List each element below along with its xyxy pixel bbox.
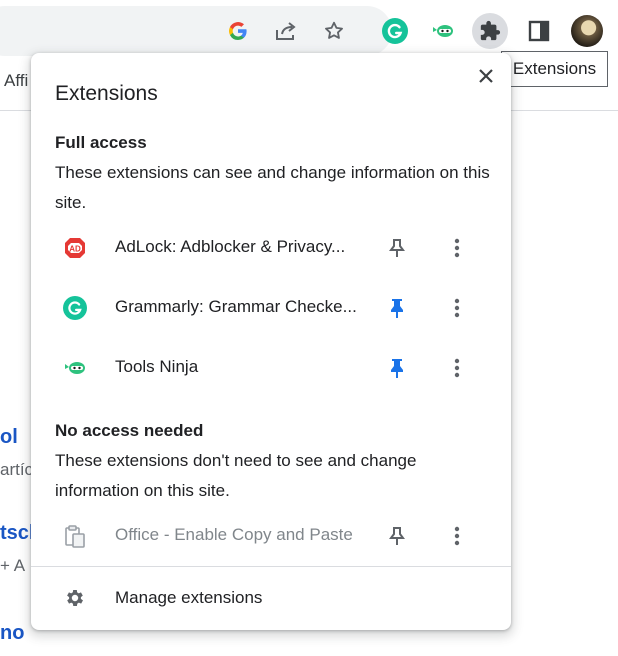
background-text-1: artíc: [0, 460, 34, 479]
extension-name: Tools Ninja: [115, 357, 199, 376]
background-heading-2[interactable]: tscl: [0, 522, 34, 545]
more-options-icon[interactable]: [446, 524, 468, 548]
extension-row-adlock[interactable]: AD AdLock: Adblocker & Privacy...: [31, 220, 511, 276]
full-access-heading: Full access: [55, 133, 147, 152]
more-options-icon[interactable]: [446, 296, 468, 320]
pinned-icon[interactable]: [386, 296, 408, 320]
background-heading-1[interactable]: ol: [0, 426, 18, 449]
no-access-description: These extensions don't need to see and c…: [55, 451, 417, 500]
extension-name: Grammarly: Grammar Checke...: [115, 297, 357, 316]
pin-icon[interactable]: [386, 236, 408, 260]
popup-title: Extensions: [55, 82, 158, 105]
svg-text:AD: AD: [69, 245, 81, 254]
extension-row-grammarly[interactable]: Grammarly: Grammar Checke...: [31, 280, 511, 336]
background-text-2: + A: [0, 556, 26, 575]
close-icon[interactable]: [475, 65, 497, 87]
adlock-icon: AD: [63, 236, 87, 260]
avatar: [571, 15, 603, 47]
tools-ninja-icon[interactable]: [425, 13, 461, 49]
more-options-icon[interactable]: [446, 356, 468, 380]
pinned-icon[interactable]: [386, 356, 408, 380]
extensions-popup: Extensions Full access These extensions …: [31, 53, 511, 630]
no-access-heading: No access needed: [55, 421, 204, 440]
google-icon[interactable]: [220, 13, 256, 49]
extension-row-tools-ninja[interactable]: Tools Ninja: [31, 340, 511, 396]
share-icon[interactable]: [268, 13, 304, 49]
gear-icon: [63, 586, 87, 610]
extension-name: Office - Enable Copy and Paste: [115, 525, 353, 544]
manage-extensions-label: Manage extensions: [115, 588, 263, 607]
full-access-description: These extensions can see and change info…: [55, 163, 490, 212]
pin-icon[interactable]: [386, 524, 408, 548]
more-options-icon[interactable]: [446, 236, 468, 260]
star-icon[interactable]: [316, 13, 352, 49]
grammarly-icon[interactable]: [377, 13, 413, 49]
tools-ninja-icon: [63, 356, 87, 380]
extensions-puzzle-icon[interactable]: [472, 13, 508, 49]
profile-avatar[interactable]: [569, 13, 605, 49]
side-panel-icon[interactable]: [521, 13, 557, 49]
background-heading-3[interactable]: no: [0, 622, 24, 645]
extension-row-office[interactable]: Office - Enable Copy and Paste: [31, 508, 511, 564]
manage-extensions-button[interactable]: Manage extensions: [31, 567, 511, 629]
extensions-tooltip: Extensions: [501, 51, 608, 87]
extension-name: AdLock: Adblocker & Privacy...: [115, 237, 346, 256]
clipboard-icon: [63, 524, 87, 548]
grammarly-icon: [63, 296, 87, 320]
bookmark-item[interactable]: Affi: [4, 71, 28, 91]
